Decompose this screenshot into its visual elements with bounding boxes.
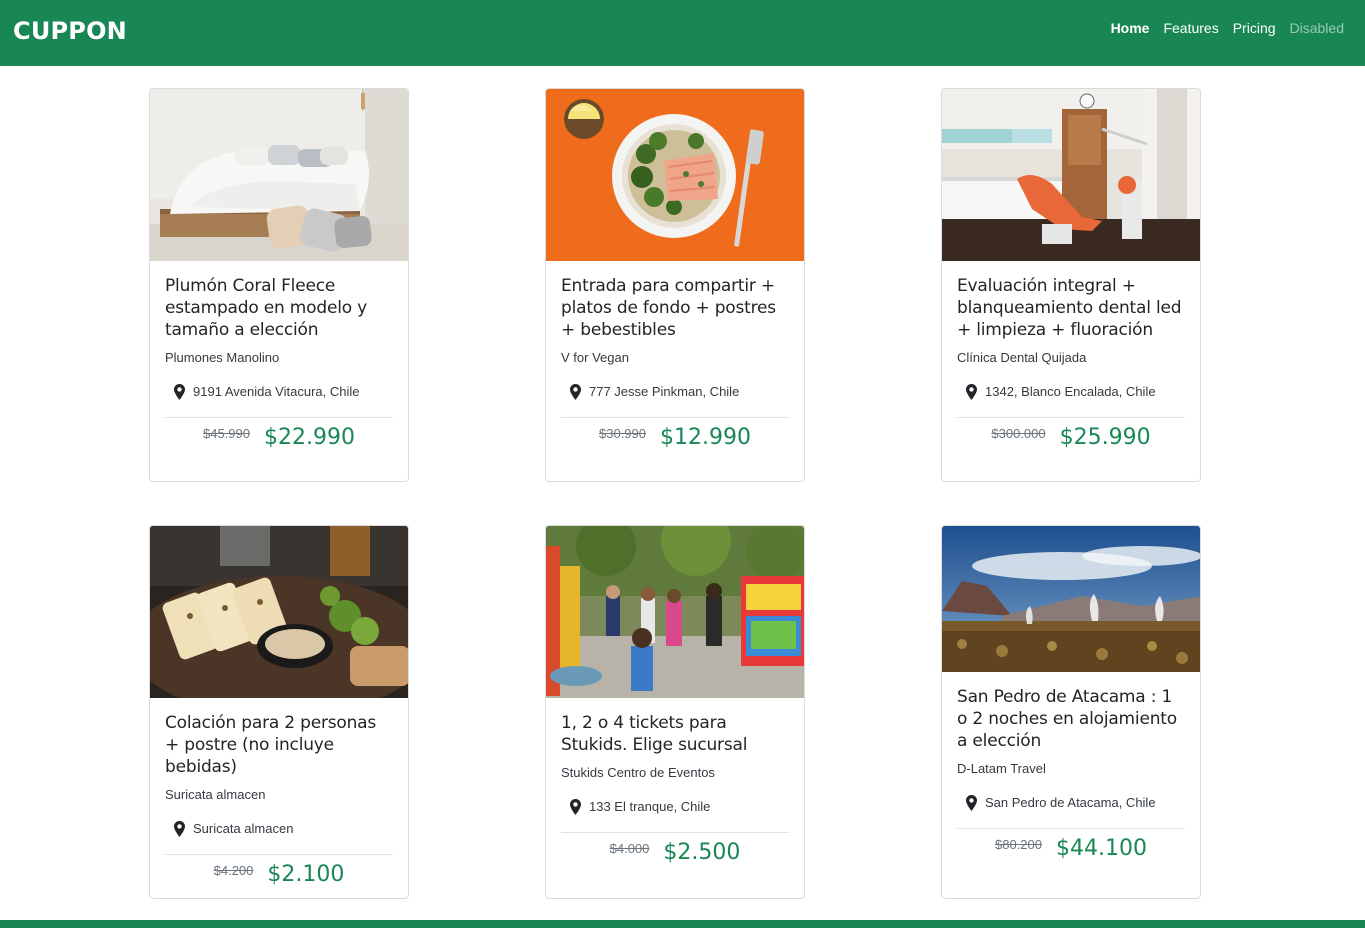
deal-image-atacama-geysers[interactable] xyxy=(942,526,1200,672)
original-price: $80.200 xyxy=(995,837,1042,852)
deal-location-text: 777 Jesse Pinkman, Chile xyxy=(589,384,740,399)
deal-company: V for Vegan xyxy=(561,350,629,365)
footer-bar xyxy=(0,920,1365,928)
price-row: $80.200 $44.100 xyxy=(957,829,1185,875)
deal-image-kids-fair[interactable] xyxy=(546,526,804,698)
deal-image-dental-clinic[interactable] xyxy=(942,89,1200,261)
deal-card[interactable]: San Pedro de Atacama : 1 o 2 noches en a… xyxy=(941,525,1201,899)
price-row: $4.200 $2.100 xyxy=(165,855,393,898)
deal-location-text: Suricata almacen xyxy=(193,821,294,836)
original-price: $45.990 xyxy=(203,426,250,441)
deal-location: 133 El tranque, Chile xyxy=(561,799,789,815)
map-pin-icon xyxy=(570,799,581,815)
price-row: $4.000 $2.500 xyxy=(561,833,789,879)
map-pin-icon xyxy=(174,821,185,837)
discount-price: $44.100 xyxy=(1056,836,1147,861)
original-price: $4.200 xyxy=(213,863,254,878)
deal-location: 777 Jesse Pinkman, Chile xyxy=(561,384,789,400)
deal-card[interactable]: 1, 2 o 4 tickets para Stukids. Elige suc… xyxy=(545,525,805,899)
deal-location: San Pedro de Atacama, Chile xyxy=(957,795,1185,811)
price-row: $45.990 $22.990 xyxy=(165,418,393,464)
brand-logo[interactable]: CUPPON xyxy=(13,17,127,45)
discount-price: $2.500 xyxy=(663,840,741,865)
deal-location-text: 9191 Avenida Vitacura, Chile xyxy=(193,384,360,399)
price-row: $30.990 $12.990 xyxy=(561,418,789,464)
deal-image-salmon-plate[interactable] xyxy=(546,89,804,261)
deal-title[interactable]: Entrada para compartir + platos de fondo… xyxy=(561,275,789,341)
deal-location-text: 1342, Blanco Encalada, Chile xyxy=(985,384,1156,399)
deal-location: Suricata almacen xyxy=(165,821,393,837)
deal-location: 1342, Blanco Encalada, Chile xyxy=(957,384,1185,400)
deal-card[interactable]: Colación para 2 personas + postre (no in… xyxy=(149,525,409,899)
deal-location-text: 133 El tranque, Chile xyxy=(589,799,711,814)
discount-price: $25.990 xyxy=(1059,425,1151,450)
nav-disabled: Disabled xyxy=(1289,19,1344,36)
deal-title[interactable]: Evaluación integral + blanqueamiento den… xyxy=(957,275,1185,341)
deal-company: Plumones Manolino xyxy=(165,350,280,365)
deal-location: 9191 Avenida Vitacura, Chile xyxy=(165,384,393,400)
deal-title[interactable]: Colación para 2 personas + postre (no in… xyxy=(165,712,393,778)
deal-location-text: San Pedro de Atacama, Chile xyxy=(985,795,1156,810)
original-price: $4.000 xyxy=(609,841,650,856)
map-pin-icon xyxy=(966,795,977,811)
deal-company: Stukids Centro de Eventos xyxy=(561,765,715,780)
deal-title[interactable]: Plumón Coral Fleece estampado en modelo … xyxy=(165,275,393,341)
discount-price: $22.990 xyxy=(264,425,355,450)
map-pin-icon xyxy=(966,384,977,400)
deal-image-bedroom[interactable] xyxy=(150,89,408,261)
deal-title[interactable]: 1, 2 o 4 tickets para Stukids. Elige suc… xyxy=(561,712,789,756)
deal-title[interactable]: San Pedro de Atacama : 1 o 2 noches en a… xyxy=(957,686,1185,752)
deal-image-grilled-food[interactable] xyxy=(150,526,408,698)
map-pin-icon xyxy=(570,384,581,400)
deal-card[interactable]: Entrada para compartir + platos de fondo… xyxy=(545,88,805,482)
deal-company: Suricata almacen xyxy=(165,787,266,802)
price-row: $300.000 $25.990 xyxy=(957,418,1185,464)
discount-price: $12.990 xyxy=(660,425,751,450)
deal-card[interactable]: Plumón Coral Fleece estampado en modelo … xyxy=(149,88,409,482)
original-price: $300.000 xyxy=(991,426,1046,441)
top-navbar: CUPPON Home Features Pricing Disabled xyxy=(0,0,1365,66)
deal-company: Clínica Dental Quijada xyxy=(957,350,1087,365)
deal-company: D-Latam Travel xyxy=(957,761,1046,776)
original-price: $30.990 xyxy=(599,426,646,441)
nav-links: Home Features Pricing Disabled xyxy=(1104,20,1351,36)
discount-price: $2.100 xyxy=(267,862,345,887)
deal-card[interactable]: Evaluación integral + blanqueamiento den… xyxy=(941,88,1201,482)
nav-pricing[interactable]: Pricing xyxy=(1226,20,1283,36)
nav-features[interactable]: Features xyxy=(1156,20,1225,36)
map-pin-icon xyxy=(174,384,185,400)
nav-home[interactable]: Home xyxy=(1104,20,1157,36)
